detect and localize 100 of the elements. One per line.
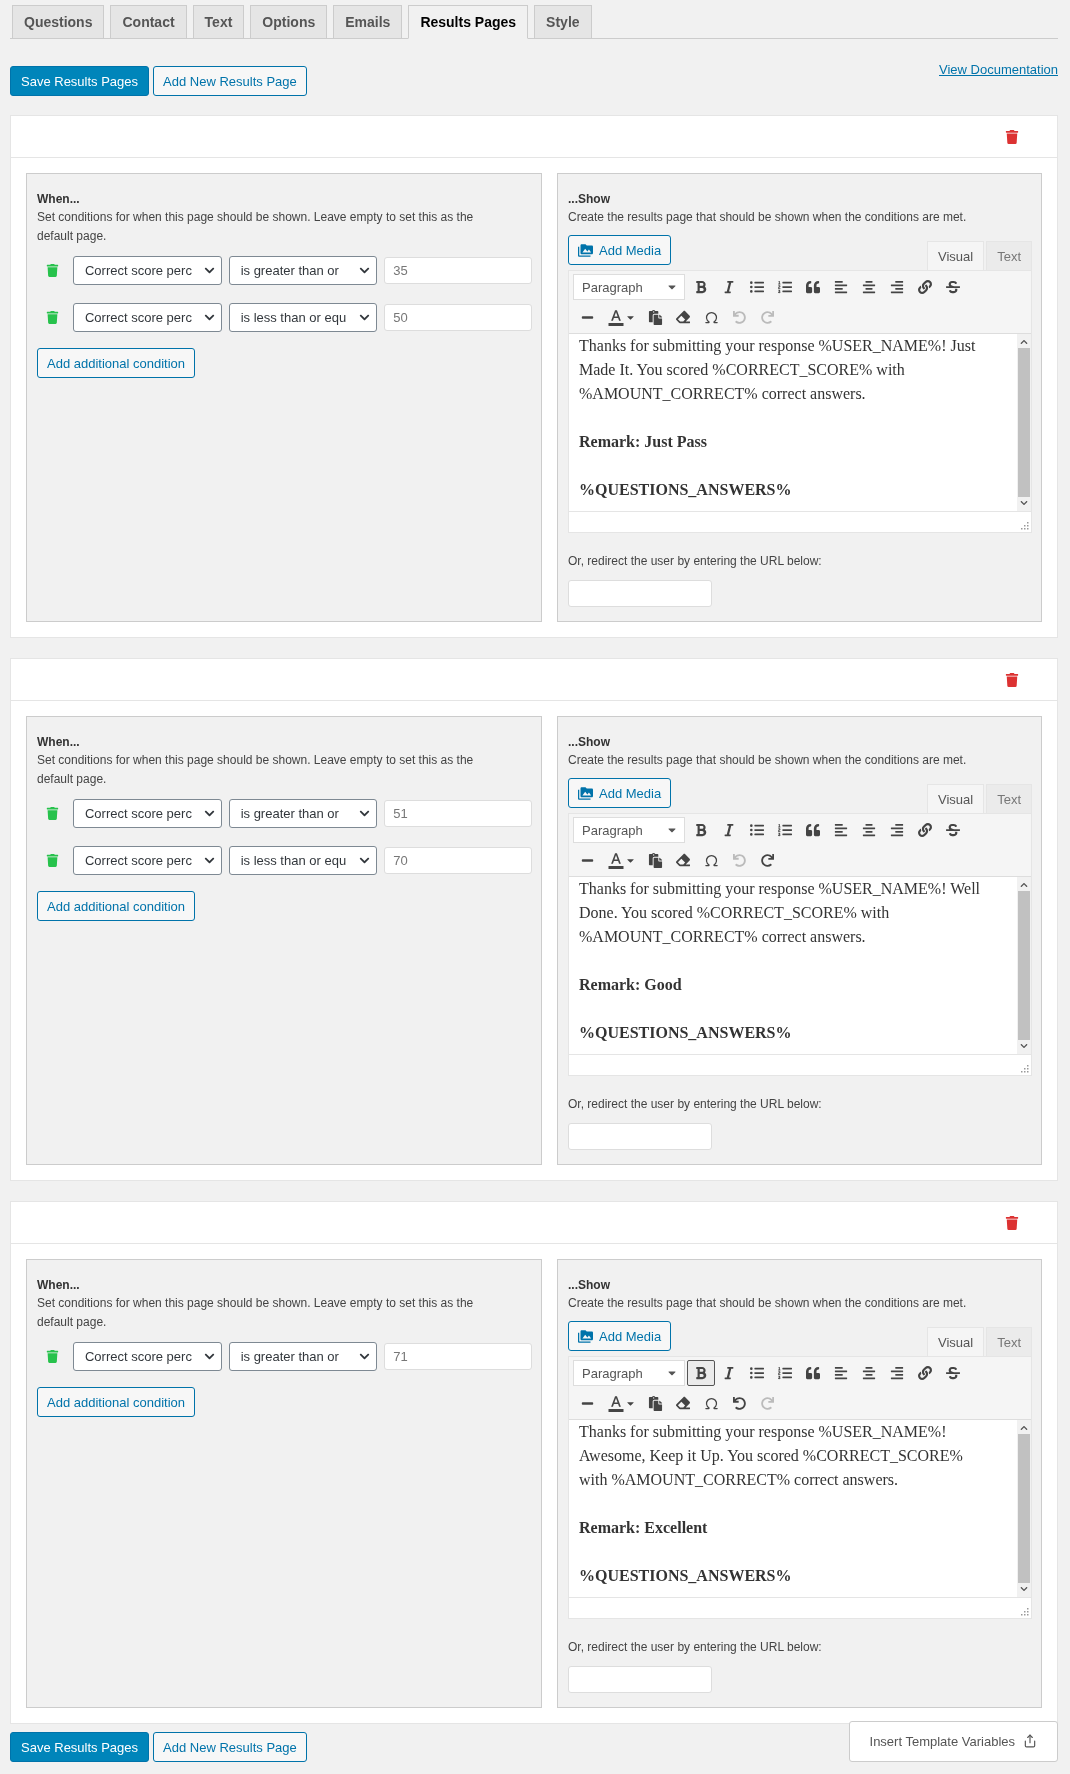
operator-select[interactable]: is greater than or (228, 799, 378, 828)
panel-description: Create the results page that should be shown when the conditions are met. (568, 752, 968, 769)
editor-tab[interactable]: Visual (926, 241, 985, 270)
scrollbar[interactable] (1017, 334, 1031, 511)
format-select[interactable]: Paragraph (573, 1360, 685, 1386)
chevron-icon (203, 265, 215, 276)
trash-icon[interactable] (1005, 1215, 1019, 1230)
url-field[interactable] (568, 1666, 712, 1693)
chevron-icon (359, 312, 371, 323)
scroll-down-icon[interactable] (1020, 1585, 1028, 1593)
trash-icon[interactable] (1005, 129, 1019, 144)
tab[interactable]: Contact (110, 5, 187, 39)
chevron-icon (359, 855, 371, 866)
redirect-label: Or, redirect the user by entering the URL below: (568, 1640, 823, 1654)
editor-paragraph: Remark: Just Pass (579, 432, 708, 452)
value-field[interactable]: 71 (384, 1343, 532, 1370)
value-field[interactable]: 70 (384, 847, 532, 874)
url-field[interactable] (568, 1123, 712, 1150)
panel-title: When... (37, 1277, 81, 1294)
clipboard-icon (647, 1395, 663, 1411)
resize-handle-icon[interactable] (1021, 1065, 1029, 1073)
strikethrough-icon (946, 1366, 960, 1380)
tab[interactable]: Style (534, 5, 592, 39)
scroll-up-icon[interactable] (1020, 338, 1028, 346)
numbered-list-icon (778, 823, 792, 837)
panel-title: When... (37, 191, 81, 208)
scroll-thumb[interactable] (1018, 348, 1030, 497)
omega-icon (703, 309, 719, 325)
scroll-down-icon[interactable] (1020, 1042, 1028, 1050)
add-page-button[interactable]: Add New Results Page (153, 1732, 307, 1762)
scroll-thumb[interactable] (1018, 1434, 1030, 1583)
panel-description: Create the results page that should be shown when the conditions are met. (568, 209, 968, 226)
save-button[interactable]: Save Results Pages (10, 66, 150, 96)
save-button[interactable]: Save Results Pages (10, 1732, 150, 1762)
add-page-button[interactable]: Add New Results Page (153, 66, 307, 96)
tab[interactable]: Questions (12, 5, 105, 39)
documentation-link[interactable]: View Documentation (939, 62, 1058, 77)
editor-content[interactable]: Thanks for submitting your response %USER_NAME%! Awesome, Keep it Up. You scored %CORRECT_SCORE% with %AMOUNT_CORRECT% correct answers. Remark: Excellent %QUESTIONS_ANSWERS% (569, 1420, 1017, 1597)
operator-select[interactable]: is less than or equ (228, 303, 378, 332)
add-media-button[interactable]: Add Media (568, 235, 672, 265)
scrollbar[interactable] (1017, 877, 1031, 1054)
add-condition-button[interactable]: Add additional condition (37, 1387, 196, 1417)
editor-content[interactable]: Thanks for submitting your response %USER_NAME%! Just Made It. You scored %CORRECT_SCORE% with %AMOUNT_CORRECT% correct answers. Remark: Just Pass %QUESTIONS_ANSWERS% (569, 334, 1017, 511)
align-center-icon (862, 823, 876, 837)
numbered-list-icon (778, 280, 792, 294)
media-icon (578, 785, 593, 801)
redo-icon (760, 1396, 774, 1410)
url-field[interactable] (568, 580, 712, 607)
link-icon (918, 823, 932, 837)
value-field[interactable]: 50 (384, 304, 532, 331)
bold-button[interactable] (687, 1360, 715, 1386)
quote-icon (806, 1366, 820, 1380)
resize-handle-icon[interactable] (1021, 1608, 1029, 1616)
chevron-icon (359, 808, 371, 819)
operator-select[interactable]: is greater than or (228, 1342, 378, 1371)
undo-icon (732, 1396, 746, 1410)
clipboard-icon (647, 852, 663, 868)
format-select[interactable]: Paragraph (573, 817, 685, 843)
add-media-button[interactable]: Add Media (568, 778, 672, 808)
redirect-label: Or, redirect the user by entering the URL below: (568, 1097, 823, 1111)
field-select[interactable]: Correct score perc (72, 303, 222, 332)
add-media-button[interactable]: Add Media (568, 1321, 672, 1351)
field-select[interactable]: Correct score perc (72, 799, 222, 828)
field-select[interactable]: Correct score perc (72, 1342, 222, 1371)
editor-tab[interactable]: Text (986, 784, 1032, 813)
value-field[interactable]: 51 (384, 800, 532, 827)
media-icon (578, 242, 593, 258)
value-field[interactable]: 35 (384, 257, 532, 284)
scrollbar[interactable] (1017, 1420, 1031, 1597)
scroll-thumb[interactable] (1018, 891, 1030, 1040)
tab[interactable]: Text (192, 5, 245, 39)
redo-icon (760, 310, 774, 324)
editor-tab[interactable]: Visual (926, 784, 985, 813)
editor-tab[interactable]: Text (986, 241, 1032, 270)
trash-icon[interactable] (1005, 672, 1019, 687)
insert-variables-button[interactable]: Insert Template Variables (848, 1720, 1058, 1762)
scroll-down-icon[interactable] (1020, 499, 1028, 507)
tab[interactable]: Emails (333, 5, 403, 39)
scroll-up-icon[interactable] (1020, 881, 1028, 889)
tab[interactable]: Results Pages (408, 5, 529, 39)
panel-description: Set conditions for when this page should be shown. Leave empty to set this as the default page. (37, 752, 475, 788)
field-select[interactable]: Correct score perc (72, 846, 222, 875)
resize-handle-icon[interactable] (1021, 522, 1029, 530)
omega-icon (703, 1395, 719, 1411)
format-select[interactable]: Paragraph (573, 274, 685, 300)
tab[interactable]: Options (250, 5, 328, 39)
eraser-icon (676, 853, 690, 867)
field-select[interactable]: Correct score perc (72, 256, 222, 285)
operator-select[interactable]: is greater than or (228, 256, 378, 285)
add-condition-button[interactable]: Add additional condition (37, 891, 196, 921)
editor-tab[interactable]: Text (986, 1327, 1032, 1356)
italic-icon (722, 1366, 736, 1380)
link-icon (918, 1366, 932, 1380)
media-icon (578, 1328, 593, 1344)
editor-tab[interactable]: Visual (926, 1327, 985, 1356)
editor-content[interactable]: Thanks for submitting your response %USER_NAME%! Well Done. You scored %CORRECT_SCORE% with %AMOUNT_CORRECT% correct answers. Remark: Good %QUESTIONS_ANSWERS% (569, 877, 1017, 1054)
redo-icon (760, 853, 774, 867)
add-condition-button[interactable]: Add additional condition (37, 348, 196, 378)
scroll-up-icon[interactable] (1020, 1424, 1028, 1432)
operator-select[interactable]: is less than or equ (228, 846, 378, 875)
